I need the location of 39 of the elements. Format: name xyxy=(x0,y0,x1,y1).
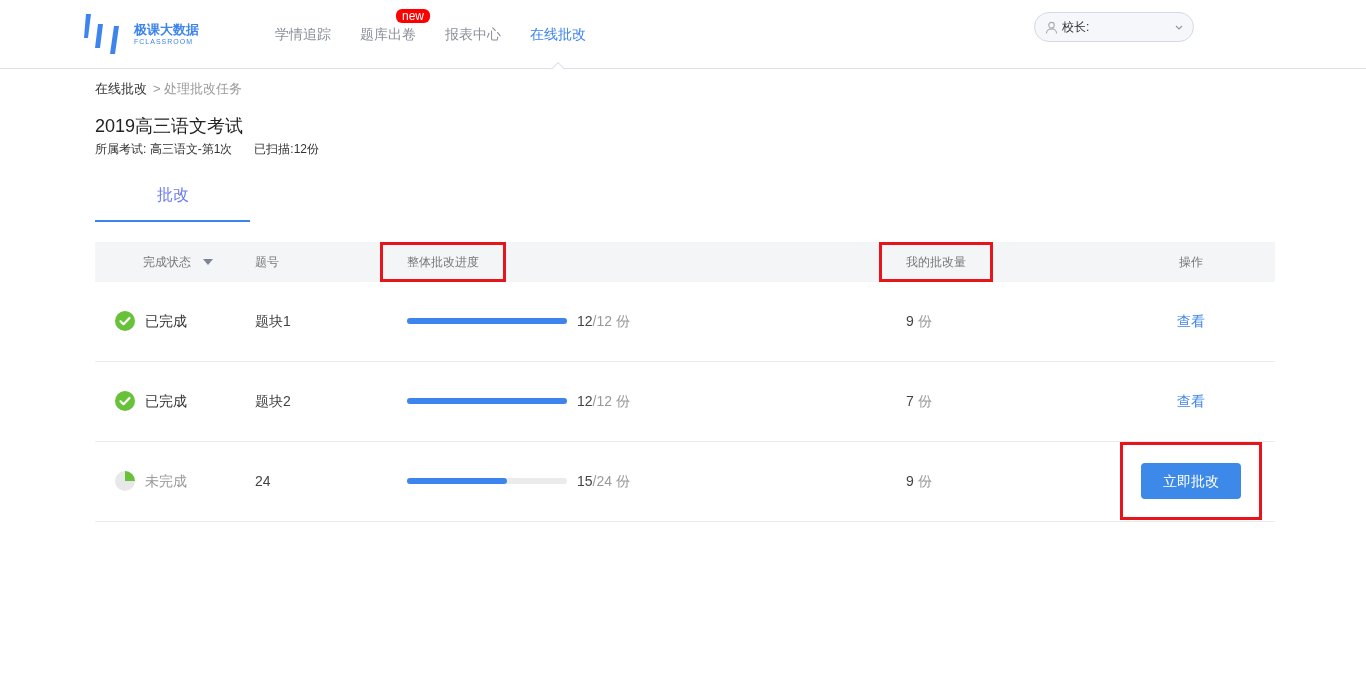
my-count: 9 份 xyxy=(906,472,932,489)
grade-now-button[interactable]: 立即批改 xyxy=(1140,463,1241,499)
exam-title: 2019高三语文考试 xyxy=(95,114,245,138)
column-header: 我的批改量 xyxy=(879,241,993,282)
question-number: 题块2 xyxy=(255,392,291,409)
user-icon xyxy=(1045,20,1058,34)
question-number: 题块1 xyxy=(255,312,291,329)
pie-progress-icon xyxy=(115,471,135,491)
chevron-down-icon xyxy=(1175,24,1183,30)
exam-meta: 已扫描:12份 xyxy=(254,140,320,158)
breadcrumb-link[interactable]: 在线批改 xyxy=(95,79,147,99)
nav-link[interactable]: 在线批改 xyxy=(530,23,586,45)
progress-count: 12/12 份 xyxy=(577,391,630,411)
nav-link[interactable]: 学情追踪 xyxy=(275,23,331,45)
check-circle-icon xyxy=(115,391,135,411)
question-number: 24 xyxy=(255,472,271,489)
breadcrumb-current: > 处理批改任务 xyxy=(153,80,243,98)
view-link[interactable]: 查看 xyxy=(1176,312,1205,329)
logo-text: 极课大数据 xyxy=(134,23,199,36)
new-badge: new xyxy=(396,9,430,23)
status-text: 已完成 xyxy=(145,311,187,331)
view-link[interactable]: 查看 xyxy=(1176,392,1205,409)
column-header: 整体批改进度 xyxy=(380,241,506,282)
status-text: 已完成 xyxy=(145,391,187,411)
nav-link[interactable]: 题库出卷 xyxy=(360,23,416,45)
my-count: 9 份 xyxy=(906,312,932,329)
check-circle-icon xyxy=(115,311,135,331)
sort-caret-icon xyxy=(203,258,213,265)
my-count: 7 份 xyxy=(906,392,932,409)
status-text: 未完成 xyxy=(145,471,187,491)
progress-count: 15/24 份 xyxy=(577,471,630,491)
sortable-column-header[interactable]: 完成状态 xyxy=(143,252,213,271)
tab[interactable]: 批改 xyxy=(95,175,250,222)
nav-link[interactable]: 报表中心 xyxy=(445,23,501,45)
progress-count: 12/12 份 xyxy=(577,311,630,331)
user-dropdown[interactable]: 校长: xyxy=(1034,12,1194,42)
column-header: 操作 xyxy=(1178,253,1203,271)
column-header: 题号 xyxy=(255,253,279,271)
exam-meta: 所属考试: 高三语文-第1次 xyxy=(95,140,233,158)
